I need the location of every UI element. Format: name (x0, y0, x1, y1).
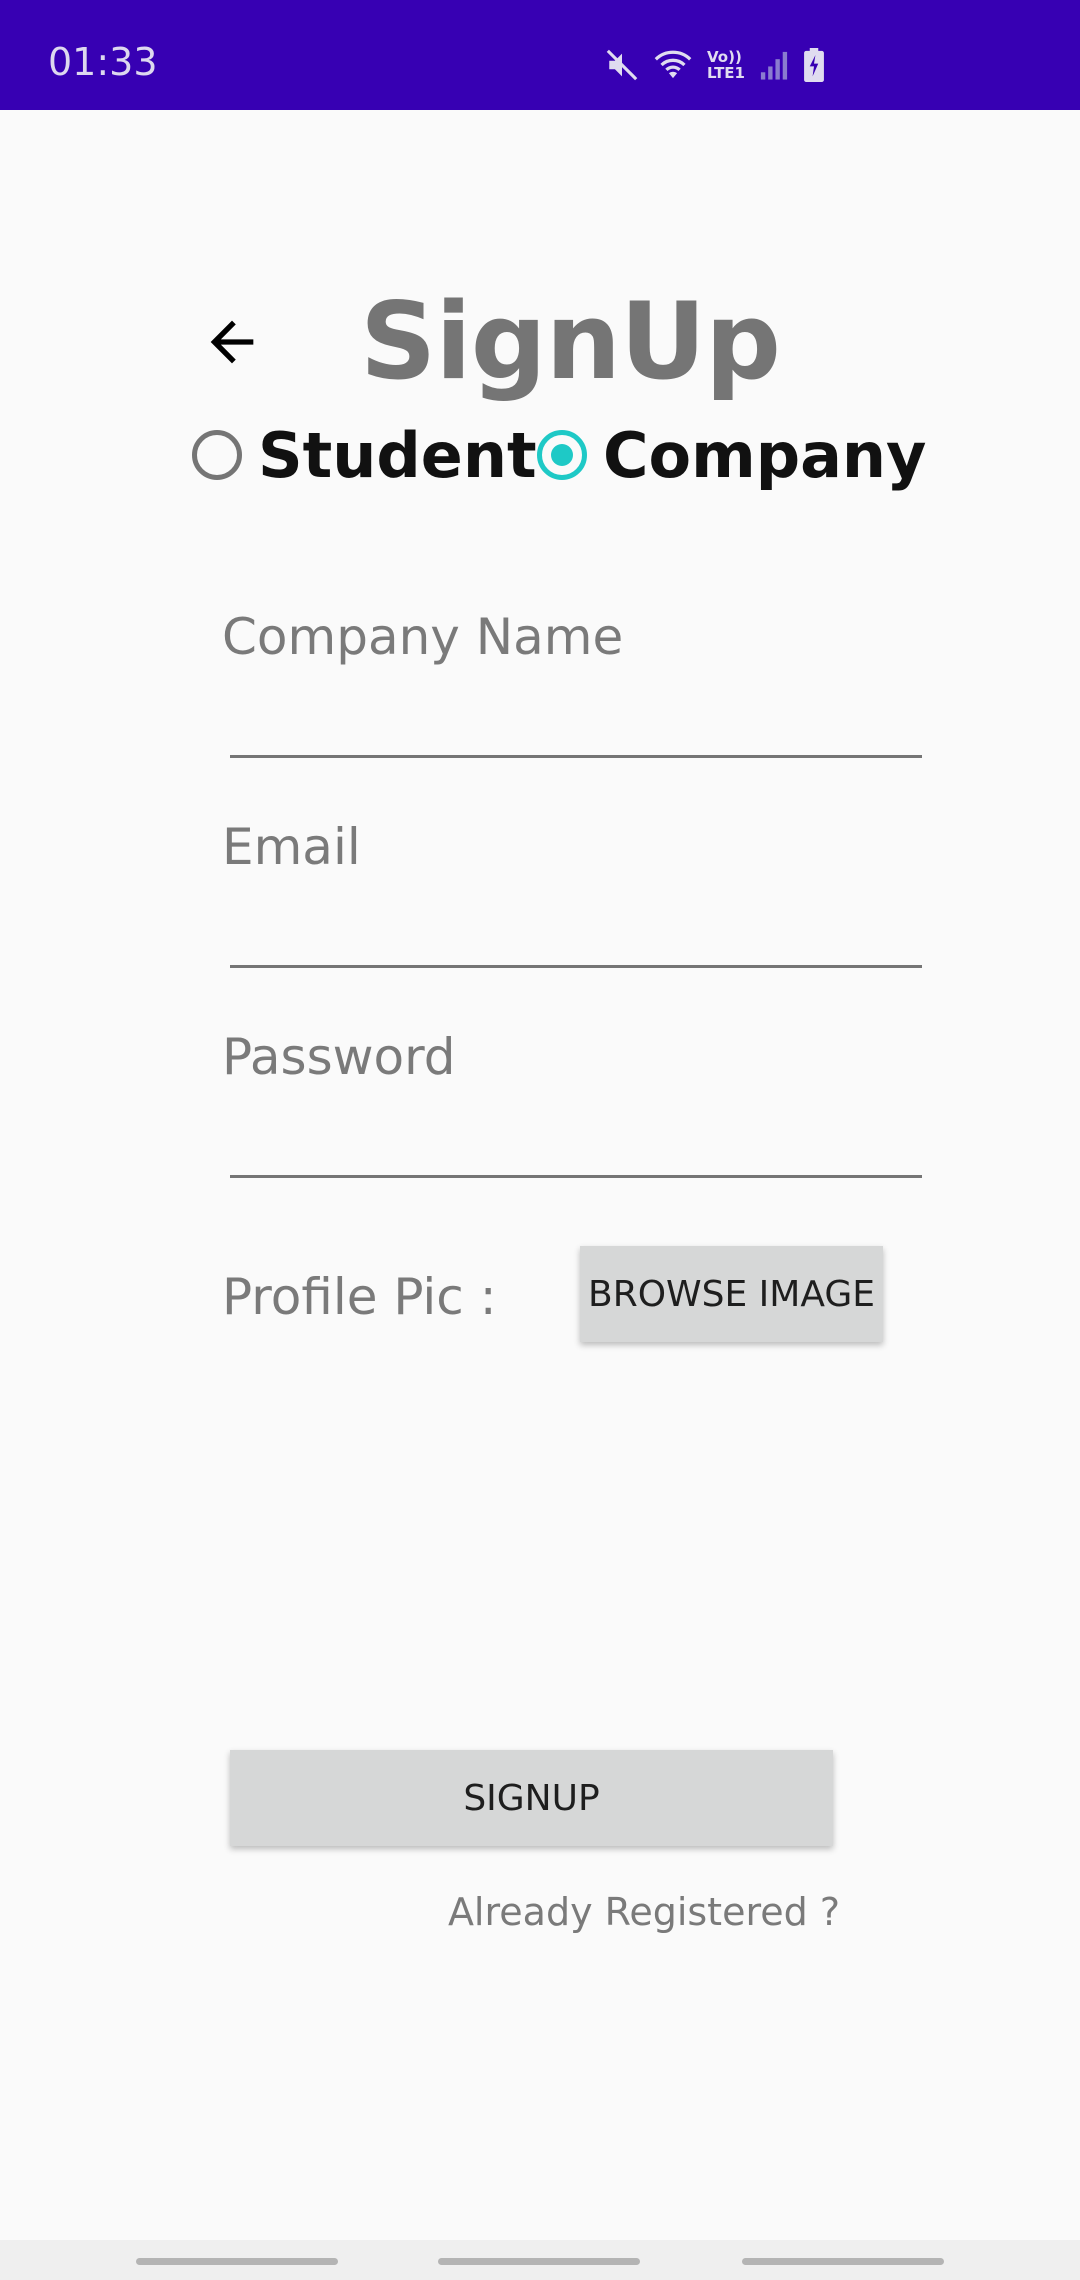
radio-company-label[interactable]: Company (603, 419, 926, 492)
radio-company[interactable]: Company (537, 410, 926, 500)
nav-back-handle[interactable] (742, 2258, 944, 2265)
password-hint: Password (222, 1028, 456, 1086)
navigation-bar (0, 2240, 1080, 2280)
email-hint: Email (222, 818, 361, 876)
nav-recents-handle[interactable] (136, 2258, 338, 2265)
profile-pic-label: Profile Pic : (222, 1268, 497, 1326)
mute-icon (606, 49, 638, 81)
radio-student[interactable]: Student (192, 410, 537, 500)
browse-image-button[interactable]: BROWSE IMAGE (580, 1246, 883, 1342)
password-field[interactable]: Password (222, 1028, 922, 1188)
password-input[interactable] (230, 1108, 922, 1178)
email-field[interactable]: Email (222, 818, 922, 978)
status-icons: Vo)) LTE1 (605, 44, 825, 86)
volte-bottom-text: LTE1 (707, 64, 745, 82)
radio-student-circle[interactable] (192, 430, 242, 480)
battery-charging-icon (804, 48, 824, 82)
already-registered-link[interactable]: Already Registered ? (448, 1890, 840, 1934)
company-name-hint: Company Name (222, 608, 624, 666)
signup-button[interactable]: SIGNUP (230, 1750, 833, 1846)
company-name-field[interactable]: Company Name (222, 608, 922, 768)
wifi-icon (654, 50, 692, 79)
volte-icon: Vo)) LTE1 (707, 49, 745, 81)
status-bar: 01:33 Vo)) LTE1 (0, 0, 1080, 110)
status-time: 01:33 (48, 40, 158, 84)
volte-top-text: Vo)) (707, 48, 742, 66)
nav-home-handle[interactable] (438, 2258, 640, 2265)
user-type-radio-group: Student Company (0, 410, 1080, 500)
radio-student-label[interactable]: Student (258, 419, 537, 492)
radio-company-circle[interactable] (537, 430, 587, 480)
email-input[interactable] (230, 898, 922, 968)
signal-icon (760, 51, 788, 80)
page-title: SignUp (360, 280, 781, 403)
company-name-input[interactable] (230, 688, 922, 758)
